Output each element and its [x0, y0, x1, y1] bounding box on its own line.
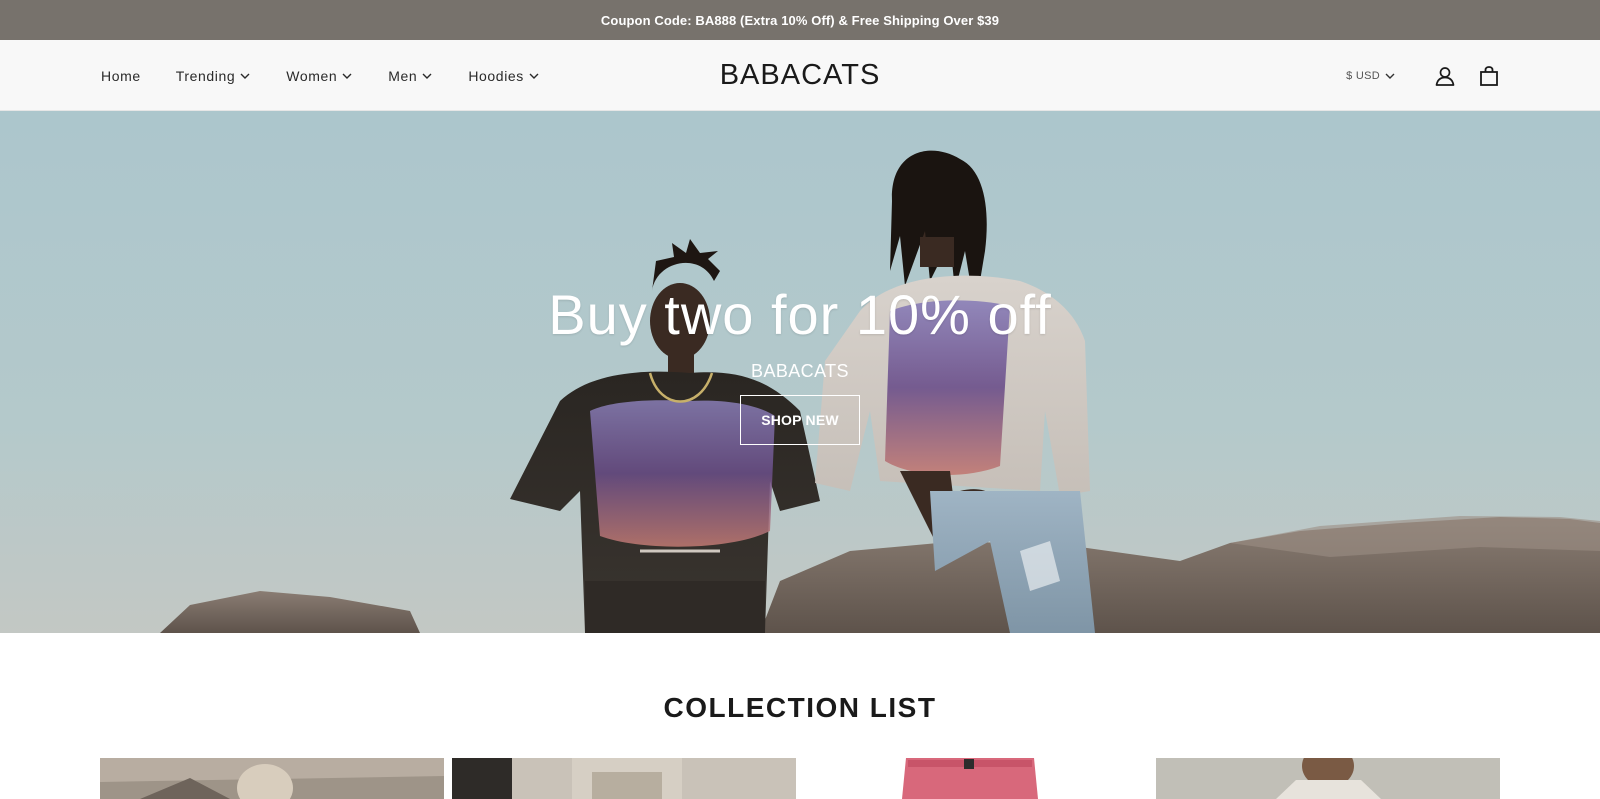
- chevron-down-icon: [528, 70, 540, 82]
- nav-item-label: Trending: [175, 67, 236, 84]
- hero-content: Buy two for 10% off BABACATS SHOP NEW: [0, 111, 1600, 633]
- hero-subtitle: BABACATS: [751, 361, 849, 381]
- account-icon[interactable]: [1432, 63, 1458, 89]
- site-header: Home Trending Women Men Hoodies BABACATS…: [0, 40, 1600, 111]
- collection-image-3: [804, 758, 1148, 799]
- collection-image-4: [1156, 758, 1500, 799]
- nav-item-home[interactable]: Home: [101, 68, 141, 84]
- main-nav: Home Trending Women Men Hoodies: [101, 40, 575, 111]
- chevron-down-icon: [341, 70, 353, 82]
- collection-list-heading: COLLECTION LIST: [663, 692, 937, 723]
- currency-label: $ USD: [1346, 69, 1380, 82]
- collection-cards: [100, 758, 1500, 799]
- collection-image-2: [452, 758, 796, 799]
- chevron-down-icon: [1384, 70, 1396, 82]
- logo-text: BABACATS: [719, 59, 881, 91]
- collection-card[interactable]: [452, 758, 796, 799]
- chevron-down-icon: [239, 70, 251, 82]
- currency-selector[interactable]: $ USD: [1346, 70, 1396, 82]
- collection-card[interactable]: [1156, 758, 1500, 799]
- cart-icon[interactable]: [1476, 63, 1502, 89]
- announcement-text: Coupon Code: BA888 (Extra 10% Off) & Fre…: [600, 12, 1000, 28]
- collection-card[interactable]: [100, 758, 444, 799]
- announcement-bar: Coupon Code: BA888 (Extra 10% Off) & Fre…: [0, 0, 1600, 40]
- nav-item-label: Women: [286, 67, 338, 84]
- nav-item-label: Men: [388, 67, 418, 84]
- nav-item-hoodies[interactable]: Hoodies: [468, 68, 540, 84]
- nav-item-men[interactable]: Men: [388, 68, 433, 84]
- nav-item-label: Home: [101, 67, 141, 84]
- collection-image-1: [100, 758, 444, 799]
- site-logo[interactable]: BABACATS: [600, 40, 1000, 111]
- chevron-down-icon: [421, 70, 433, 82]
- collection-card[interactable]: [804, 758, 1148, 799]
- shop-new-button-label: SHOP NEW: [761, 412, 839, 428]
- nav-item-trending[interactable]: Trending: [176, 68, 252, 84]
- nav-item-women[interactable]: Women: [286, 68, 353, 84]
- nav-item-label: Hoodies: [468, 67, 524, 84]
- header-actions: $ USD: [1346, 40, 1502, 111]
- hero-title: Buy two for 10% off: [548, 283, 1052, 346]
- hero-banner: Buy two for 10% off BABACATS SHOP NEW: [0, 111, 1600, 633]
- shop-new-button[interactable]: SHOP NEW: [740, 395, 860, 445]
